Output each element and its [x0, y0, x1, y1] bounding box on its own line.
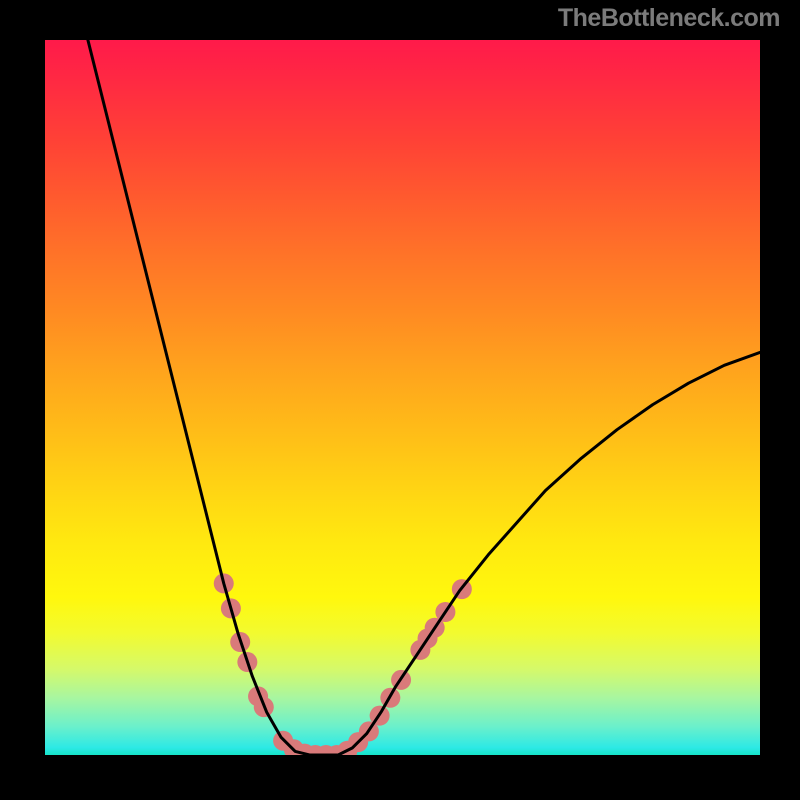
- attribution-text: TheBottleneck.com: [558, 4, 780, 33]
- plot-area: [45, 40, 760, 755]
- curve-layer: [45, 40, 760, 755]
- chart-frame: TheBottleneck.com: [0, 0, 800, 800]
- bottleneck-curve: [88, 40, 760, 755]
